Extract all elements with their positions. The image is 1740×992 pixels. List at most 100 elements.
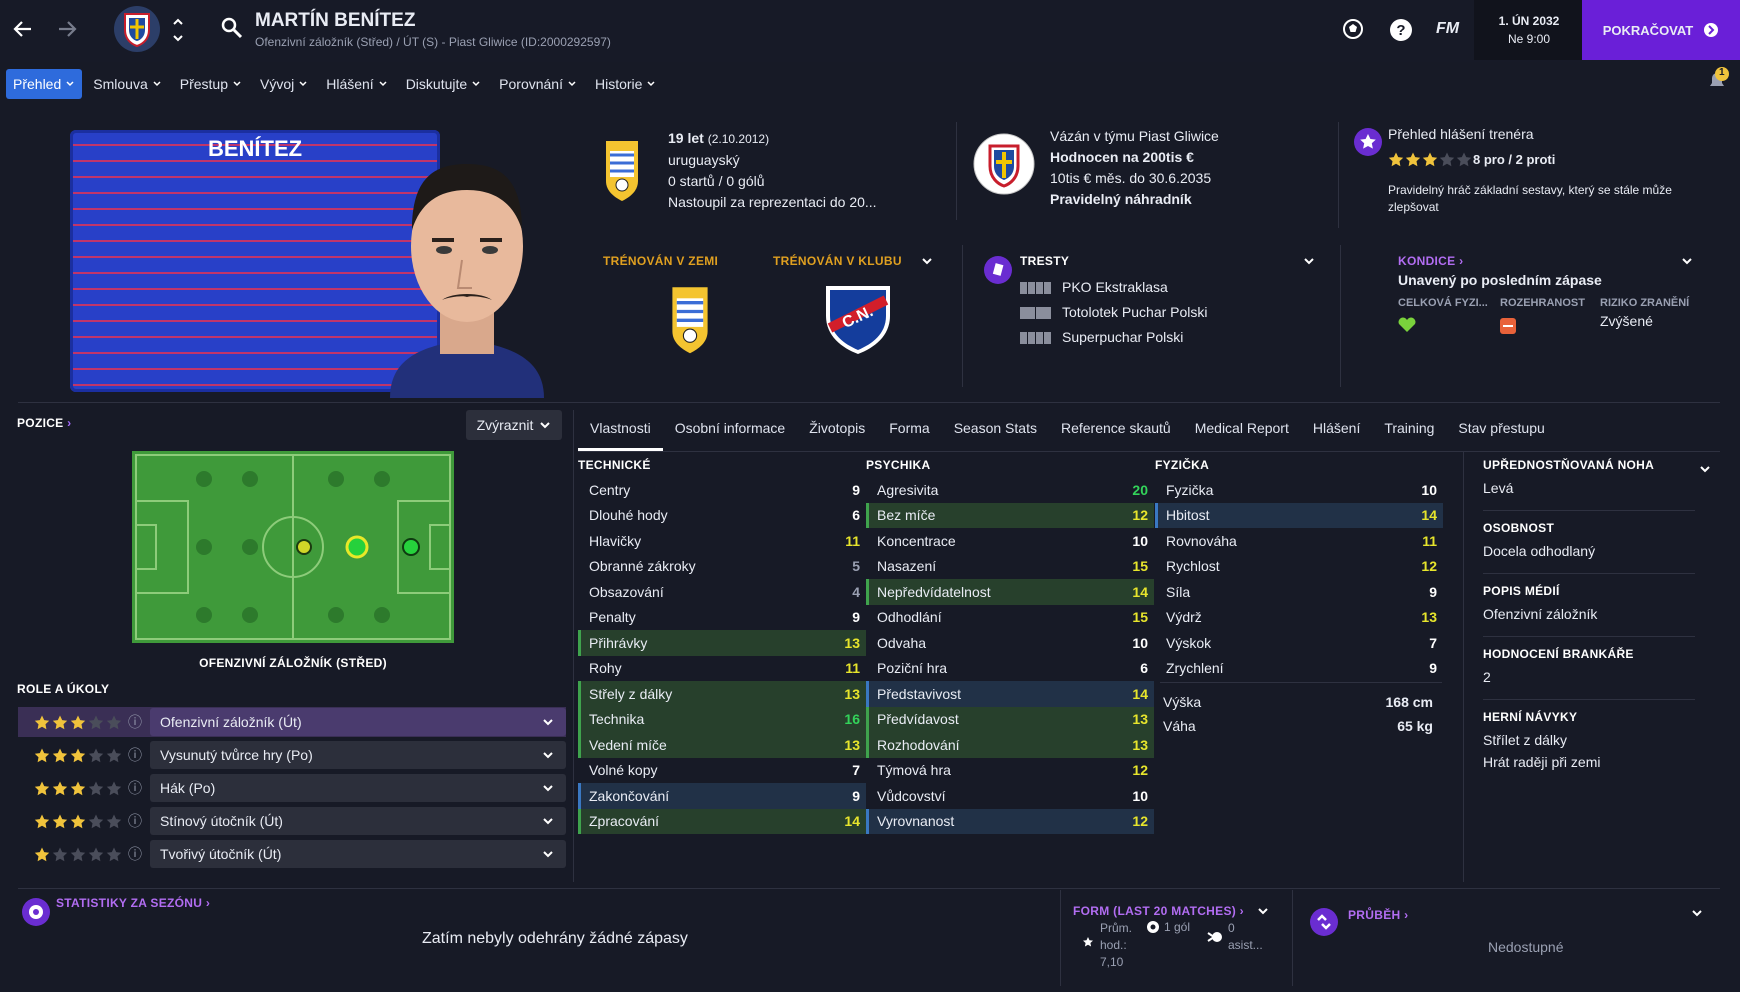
attribute-row[interactable]: Volné kopy 7 <box>578 758 866 784</box>
role-row[interactable]: ⓘ Hák (Po) <box>18 773 566 803</box>
game-date[interactable]: 1. ÚN 2032 Ne 9:00 <box>1474 0 1584 60</box>
attribute-row[interactable]: Koncentrace 10 <box>866 528 1154 554</box>
chevron-down-icon[interactable] <box>1256 904 1270 918</box>
condition-col3: RIZIKO ZRANĚNÍ <box>1600 297 1690 309</box>
attribute-row[interactable]: Předvídavost 13 <box>866 706 1154 732</box>
attribute-row[interactable]: Hlavičky 11 <box>578 528 866 554</box>
report-title[interactable]: Přehled hlášení trenéra <box>1388 126 1534 142</box>
attribute-row[interactable]: Agresivita 20 <box>866 477 1154 503</box>
help-icon[interactable]: ? <box>1389 18 1413 42</box>
club-crest-icon[interactable] <box>112 4 162 54</box>
attribute-row[interactable]: Střely z dálky 13 <box>578 681 866 707</box>
attribute-value: 11 <box>845 660 860 677</box>
chevron-down-icon[interactable] <box>1690 906 1704 920</box>
info-icon[interactable]: ⓘ <box>128 712 142 732</box>
chevron-down-icon[interactable] <box>1680 254 1694 268</box>
attribute-row[interactable]: Bez míče 12 <box>866 502 1154 528</box>
role-row[interactable]: ⓘ Tvořivý útočník (Út) <box>18 839 566 869</box>
physical-title: FYZIČKA <box>1155 458 1210 472</box>
attribute-row[interactable]: Vůdcovství 10 <box>866 783 1154 809</box>
ball-icon[interactable] <box>1342 18 1364 40</box>
tab-training[interactable]: Training <box>1372 406 1446 451</box>
condition-link[interactable]: KONDICE › <box>1398 254 1463 268</box>
forward-arrow-icon[interactable] <box>52 14 82 44</box>
chevron-down-icon[interactable] <box>1302 254 1316 268</box>
tab-attributes[interactable]: Vlastnosti <box>578 406 663 451</box>
attribute-row[interactable]: Zpracování 14 <box>578 808 866 834</box>
attribute-value: 10 <box>1132 634 1148 651</box>
attribute-row[interactable]: Technika 16 <box>578 706 866 732</box>
attribute-row[interactable]: Rychlost 12 <box>1155 554 1443 580</box>
form-link[interactable]: FORM (LAST 20 MATCHES) › <box>1073 904 1244 918</box>
info-icon[interactable]: ⓘ <box>128 778 142 798</box>
attribute-row[interactable]: Rohy 11 <box>578 656 866 682</box>
search-icon[interactable] <box>220 16 244 40</box>
role-row[interactable]: ⓘ Vysunutý tvůrce hry (Po) <box>18 740 566 770</box>
attribute-row[interactable]: Penalty 9 <box>578 605 866 631</box>
attribute-row[interactable]: Týmová hra 12 <box>866 758 1154 784</box>
attribute-row[interactable]: Výdrž 13 <box>1155 605 1443 631</box>
subnav-development[interactable]: Vývoj <box>253 69 315 99</box>
report-text: Pravidelný hráč základní sestavy, který … <box>1388 183 1672 214</box>
club-switch-icon[interactable] <box>172 16 184 44</box>
notification-bell-icon[interactable]: 1 <box>1704 66 1730 92</box>
attribute-row[interactable]: Výskok 7 <box>1155 630 1443 656</box>
info-icon[interactable]: ⓘ <box>128 844 142 864</box>
attribute-value: 13 <box>1132 711 1148 728</box>
attribute-row[interactable]: Poziční hra 6 <box>866 656 1154 682</box>
attribute-row[interactable]: Odvaha 10 <box>866 630 1154 656</box>
subnav-overview[interactable]: Přehled <box>6 69 83 99</box>
chevron-down-icon[interactable] <box>1698 462 1712 476</box>
info-icon[interactable]: ⓘ <box>128 745 142 765</box>
info-icon[interactable]: ⓘ <box>128 811 142 831</box>
bans-list: PKO Ekstraklasa Totolotek Puchar Polski … <box>1020 275 1208 350</box>
subnav-compare[interactable]: Porovnání <box>492 69 584 99</box>
attribute-row[interactable]: Fyzička 10 <box>1155 477 1443 503</box>
subnav-transfer[interactable]: Přestup <box>173 69 249 99</box>
season-stats-link[interactable]: STATISTIKY ZA SEZÓNU › <box>56 896 210 910</box>
fm-logo[interactable]: FM <box>1436 20 1459 38</box>
attribute-row[interactable]: Přihrávky 13 <box>578 630 866 656</box>
attribute-row[interactable]: Centry 9 <box>578 477 866 503</box>
subnav-contract[interactable]: Smlouva <box>86 69 168 99</box>
tab-medical[interactable]: Medical Report <box>1183 406 1301 451</box>
attribute-row[interactable]: Hbitost 14 <box>1155 502 1443 528</box>
subnav-discuss[interactable]: Diskutujte <box>399 69 488 99</box>
notification-count: 1 <box>1719 67 1725 78</box>
attribute-row[interactable]: Zakončování 9 <box>578 783 866 809</box>
bans-title: TRESTY <box>1020 254 1070 268</box>
attribute-row[interactable]: Představivost 14 <box>866 681 1154 707</box>
attribute-row[interactable]: Vedení míče 13 <box>578 732 866 758</box>
attribute-row[interactable]: Obsazování 4 <box>578 579 866 605</box>
star-icon <box>34 781 50 795</box>
attribute-row[interactable]: Rovnováha 11 <box>1155 528 1443 554</box>
chevron-down-icon[interactable] <box>920 254 934 268</box>
attribute-row[interactable]: Vyrovnanost 12 <box>866 808 1154 834</box>
attribute-row[interactable]: Rozhodování 13 <box>866 732 1154 758</box>
attribute-row[interactable]: Síla 9 <box>1155 579 1443 605</box>
role-row[interactable]: ⓘ Ofenzivní záložník (Út) <box>18 707 566 737</box>
subnav-history[interactable]: Historie <box>588 69 663 99</box>
tab-personal[interactable]: Osobní informace <box>663 406 798 451</box>
tab-bio[interactable]: Životopis <box>797 406 877 451</box>
attribute-row[interactable]: Dlouhé hody 6 <box>578 503 866 529</box>
attribute-row[interactable]: Zrychlení 9 <box>1155 656 1443 682</box>
attribute-row[interactable]: Nepředvídatelnost 14 <box>866 579 1154 605</box>
subnav-reports[interactable]: Hlášení <box>319 69 394 99</box>
tab-transfer-status[interactable]: Stav přestupu <box>1446 406 1556 451</box>
attribute-row[interactable]: Odhodlání 15 <box>866 605 1154 631</box>
tab-reports[interactable]: Hlášení <box>1301 406 1372 451</box>
attribute-row[interactable]: Nasazení 15 <box>866 554 1154 580</box>
continue-button[interactable]: POKRAČOVAT <box>1582 0 1740 60</box>
highlight-dropdown[interactable]: Zvýraznit <box>466 410 562 440</box>
tab-season-stats[interactable]: Season Stats <box>942 406 1049 451</box>
club-crest-large-icon[interactable] <box>972 132 1036 196</box>
progress-link[interactable]: PRŮBĚH › <box>1348 908 1408 922</box>
back-arrow-icon[interactable] <box>8 14 38 44</box>
position-link[interactable]: POZICE › <box>17 416 71 430</box>
tab-scout-reference[interactable]: Reference skautů <box>1049 406 1183 451</box>
chevron-down-icon <box>543 851 553 858</box>
attribute-row[interactable]: Obranné zákroky 5 <box>578 554 866 580</box>
role-row[interactable]: ⓘ Stínový útočník (Út) <box>18 806 566 836</box>
tab-form[interactable]: Forma <box>877 406 941 451</box>
